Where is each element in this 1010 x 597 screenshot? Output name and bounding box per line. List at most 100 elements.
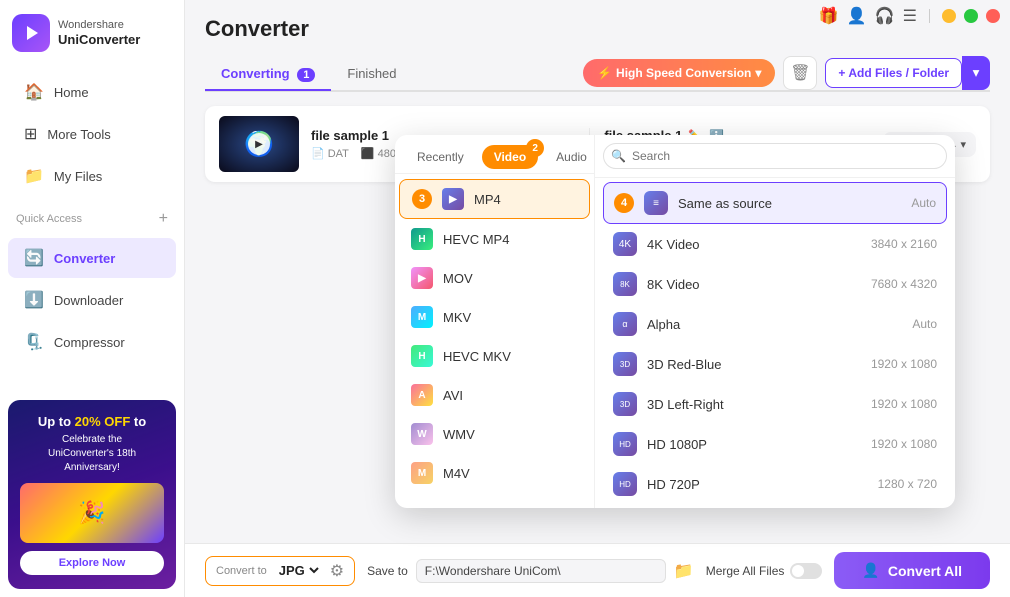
compressor-icon: 🗜️ <box>24 332 44 352</box>
quality-item-same-as-source[interactable]: 4 ≡ Same as source Auto <box>603 182 947 224</box>
home-icon: 🏠 <box>24 82 44 102</box>
format-list: 3 ▶ MP4 H HEVC MP4 ▶ MOV M MKV <box>395 174 594 508</box>
promo-subtitle: Celebrate theUniConverter's 18thAnnivers… <box>20 433 164 475</box>
titlebar: 🎁 👤 🎧 ☰ <box>809 0 1010 32</box>
search-input[interactable] <box>603 143 947 169</box>
same-as-source-quality-icon: ≡ <box>644 191 668 215</box>
quick-access-header: Quick Access + <box>0 202 184 232</box>
format-item-wmv[interactable]: W WMV <box>399 415 590 453</box>
merge-label: Merge All Files <box>706 564 785 578</box>
quality-item-hd-720p[interactable]: HD HD 720P 1280 x 720 <box>603 464 947 504</box>
format-item-avi[interactable]: A AVI <box>399 376 590 414</box>
source-format: 📄 DAT <box>311 147 349 160</box>
titlebar-separator <box>929 9 930 23</box>
merge-toggle[interactable] <box>790 563 822 579</box>
format-settings-button[interactable]: ⚙ <box>330 561 344 581</box>
sidebar-item-my-files-label: My Files <box>54 169 102 184</box>
main-content: Converter Converting 1 Finished ⚡ High S… <box>185 0 1010 543</box>
merge-row: Merge All Files <box>706 563 823 579</box>
format-tabs-header: Recently 2 Video Audio Image Device <box>395 135 594 174</box>
main-area: 🎁 👤 🎧 ☰ Converter Converting 1 Finished … <box>185 0 1010 597</box>
hevc-mp4-format-icon: H <box>411 228 433 250</box>
add-files-dropdown-button[interactable]: ▾ <box>962 56 990 90</box>
sidebar-item-downloader[interactable]: ⬇️ Downloader <box>8 280 176 320</box>
sidebar-item-converter-label: Converter <box>54 251 115 266</box>
app-name: Wondershare UniConverter <box>58 19 140 48</box>
quality-item-3d-red-blue[interactable]: 3D 3D Red-Blue 1920 x 1080 <box>603 344 947 384</box>
close-button[interactable] <box>986 9 1000 23</box>
quick-access-nav: 🔄 Converter ⬇️ Downloader 🗜️ Compressor <box>0 232 184 368</box>
file-thumbnail[interactable]: 🌍 ▶ <box>219 116 299 172</box>
format-item-hevc-mkv[interactable]: H HEVC MKV <box>399 337 590 375</box>
my-files-icon: 📁 <box>24 166 44 186</box>
quality-item-hd-1080p[interactable]: HD HD 1080P 1920 x 1080 <box>603 424 947 464</box>
convert-to-row: Convert to JPG ⚙ <box>205 556 355 586</box>
high-speed-button[interactable]: ⚡ High Speed Conversion ▾ <box>583 59 775 87</box>
sidebar: Wondershare UniConverter 🏠 Home ⊞ More T… <box>0 0 185 597</box>
tab-actions: ⚡ High Speed Conversion ▾ 🗑 + Add Files … <box>583 56 990 90</box>
3d-left-right-quality-icon: 3D <box>613 392 637 416</box>
format-item-mov[interactable]: ▶ MOV <box>399 259 590 297</box>
downloader-icon: ⬇️ <box>24 290 44 310</box>
sidebar-item-home-label: Home <box>54 85 89 100</box>
format-icon: 📄 <box>311 147 325 160</box>
quality-item-8k[interactable]: 8K 8K Video 7680 x 4320 <box>603 264 947 304</box>
headphones-icon[interactable]: 🎧 <box>875 6 895 26</box>
save-path-display: F:\Wondershare UniCom\ <box>416 559 666 583</box>
quality-item-alpha[interactable]: α Alpha Auto <box>603 304 947 344</box>
quality-item-3d-left-right[interactable]: 3D 3D Left-Right 1920 x 1080 <box>603 384 947 424</box>
tab-converting[interactable]: Converting 1 <box>205 58 331 89</box>
save-to-row: Save to F:\Wondershare UniCom\ 📁 <box>367 559 694 583</box>
delete-icon: 🗑 <box>790 63 810 83</box>
mkv-format-icon: M <box>411 306 433 328</box>
format-tab-video[interactable]: 2 Video <box>482 145 538 169</box>
delete-button[interactable]: 🗑 <box>783 56 817 90</box>
converter-icon: 🔄 <box>24 248 44 268</box>
menu-icon[interactable]: ☰ <box>903 6 917 26</box>
save-to-label: Save to <box>367 564 408 578</box>
maximize-button[interactable] <box>964 9 978 23</box>
format-item-mp4[interactable]: 3 ▶ MP4 <box>399 179 590 219</box>
app-logo-icon <box>12 14 50 52</box>
format-dropdown: Recently 2 Video Audio Image Device <box>395 135 955 508</box>
promo-banner: Up to 20% OFF to Celebrate theUniConvert… <box>8 400 176 589</box>
quality-item-4k[interactable]: 4K 4K Video 3840 x 2160 <box>603 224 947 264</box>
user-icon[interactable]: 👤 <box>847 6 867 26</box>
tab-finished[interactable]: Finished <box>331 58 412 89</box>
convert-to-label: Convert to <box>216 565 267 577</box>
3d-red-blue-quality-icon: 3D <box>613 352 637 376</box>
sidebar-item-compressor-label: Compressor <box>54 335 125 350</box>
format-tab-recently[interactable]: Recently <box>405 145 476 169</box>
add-files-button[interactable]: + Add Files / Folder <box>825 58 962 88</box>
sidebar-item-downloader-label: Downloader <box>54 293 123 308</box>
format-item-hevc-mp4[interactable]: H HEVC MP4 <box>399 220 590 258</box>
sidebar-item-converter[interactable]: 🔄 Converter <box>8 238 176 278</box>
add-quick-access-icon[interactable]: + <box>159 210 168 228</box>
format-tab-audio[interactable]: Audio <box>544 145 599 169</box>
minimize-button[interactable] <box>942 9 956 23</box>
sidebar-item-compressor[interactable]: 🗜️ Compressor <box>8 322 176 362</box>
format-item-mkv[interactable]: M MKV <box>399 298 590 336</box>
converting-count: 1 <box>297 68 315 82</box>
format-item-m4v[interactable]: M M4V <box>399 454 590 492</box>
mov-format-icon: ▶ <box>411 267 433 289</box>
sidebar-item-more-tools-label: More Tools <box>47 127 110 142</box>
hd-1080p-quality-icon: HD <box>613 432 637 456</box>
format-select[interactable]: JPG <box>275 562 322 579</box>
step-badge-4: 4 <box>614 193 634 213</box>
sidebar-item-more-tools[interactable]: ⊞ More Tools <box>8 114 176 154</box>
browse-folder-button[interactable]: 📁 <box>674 561 694 581</box>
chevron-down-icon: ▾ <box>960 138 966 151</box>
sidebar-item-home[interactable]: 🏠 Home <box>8 72 176 112</box>
sidebar-item-my-files[interactable]: 📁 My Files <box>8 156 176 196</box>
gift-icon[interactable]: 🎁 <box>819 6 839 26</box>
more-tools-icon: ⊞ <box>24 124 37 144</box>
dropdown-arrow-icon: ▾ <box>973 65 980 81</box>
play-button-overlay[interactable]: ▶ <box>248 133 270 155</box>
explore-now-button[interactable]: Explore Now <box>20 551 164 575</box>
convert-all-button[interactable]: 👤 Convert All <box>834 552 990 589</box>
convert-icon: 👤 <box>862 562 879 579</box>
m4v-format-icon: M <box>411 462 433 484</box>
alpha-quality-icon: α <box>613 312 637 336</box>
quality-list: 4 ≡ Same as source Auto 4K 4K Video 3840… <box>595 178 955 508</box>
